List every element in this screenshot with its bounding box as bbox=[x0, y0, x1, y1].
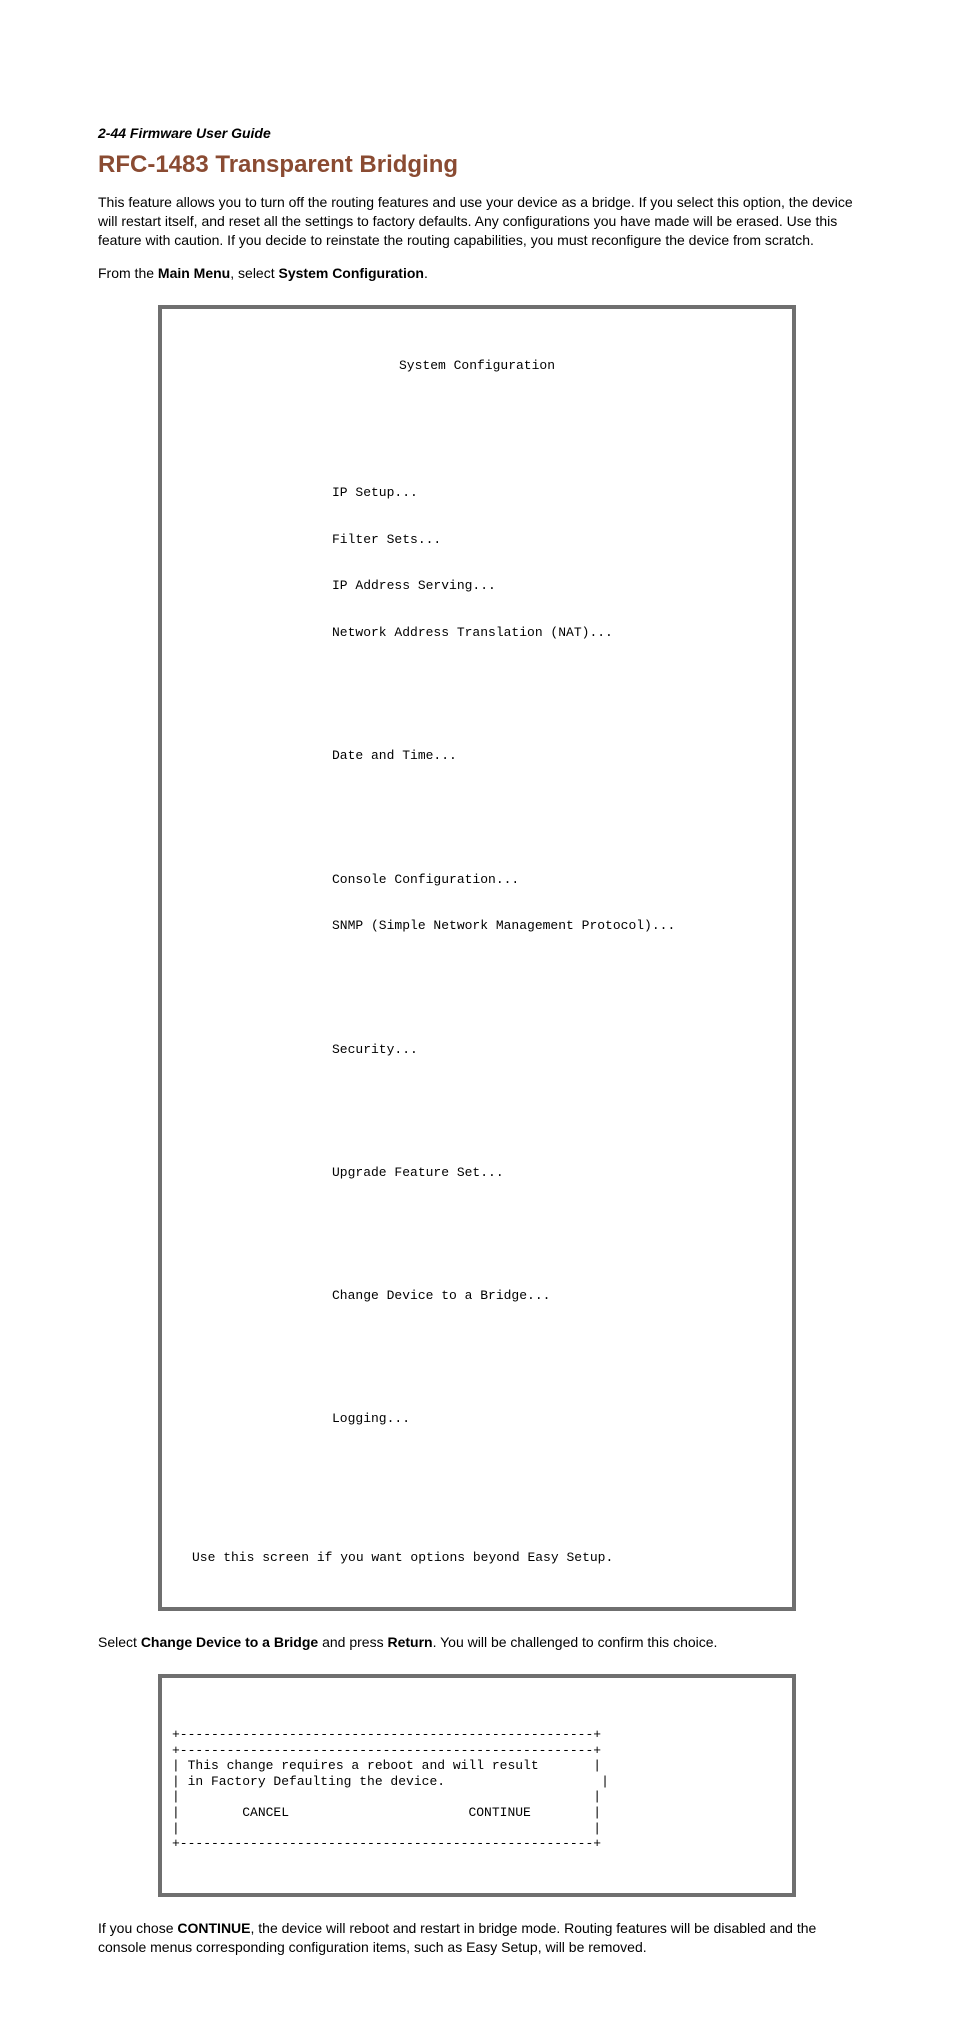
dialog-blank: | | bbox=[172, 1789, 601, 1804]
closing-prefix: If you chose bbox=[98, 1920, 177, 1936]
system-config-terminal: System Configuration IP Setup... Filter … bbox=[158, 305, 796, 1611]
mid-return: Return bbox=[387, 1634, 432, 1650]
menu-logging[interactable]: Logging... bbox=[332, 1411, 782, 1427]
menu-group-6: Change Device to a Bridge... bbox=[332, 1257, 782, 1335]
dialog-buttons[interactable]: | CANCEL CONTINUE | bbox=[172, 1805, 601, 1820]
menu-ip-address-serving[interactable]: IP Address Serving... bbox=[332, 578, 782, 594]
menu-group-7: Logging... bbox=[332, 1380, 782, 1458]
menu-filter-sets[interactable]: Filter Sets... bbox=[332, 532, 782, 548]
intro-paragraph: This feature allows you to turn off the … bbox=[98, 193, 856, 250]
closing-continue: CONTINUE bbox=[177, 1920, 250, 1936]
nav-main-menu: Main Menu bbox=[158, 265, 230, 281]
mid-change-bridge: Change Device to a Bridge bbox=[141, 1634, 318, 1650]
dialog-border-bot: +---------------------------------------… bbox=[172, 1836, 601, 1851]
page: 2-44 Firmware User Guide RFC-1483 Transp… bbox=[0, 0, 954, 2031]
dialog-blank2: | | bbox=[172, 1821, 601, 1836]
page-title: RFC-1483 Transparent Bridging bbox=[98, 151, 856, 179]
menu-group-5: Upgrade Feature Set... bbox=[332, 1133, 782, 1211]
menu-group-2: Date and Time... bbox=[332, 717, 782, 795]
page-header: 2-44 Firmware User Guide bbox=[98, 125, 856, 141]
nav-instruction: From the Main Menu, select System Config… bbox=[98, 264, 856, 283]
menu-security[interactable]: Security... bbox=[332, 1042, 782, 1058]
mid-mid1: and press bbox=[318, 1634, 387, 1650]
mid-instruction: Select Change Device to a Bridge and pre… bbox=[98, 1633, 856, 1652]
menu-date-time[interactable]: Date and Time... bbox=[332, 748, 782, 764]
terminal-title: System Configuration bbox=[172, 358, 782, 374]
dialog-border-top1: +---------------------------------------… bbox=[172, 1727, 601, 1742]
menu-snmp[interactable]: SNMP (Simple Network Management Protocol… bbox=[332, 918, 782, 934]
dialog-border-top2: +---------------------------------------… bbox=[172, 1743, 601, 1758]
menu-upgrade[interactable]: Upgrade Feature Set... bbox=[332, 1165, 782, 1181]
menu-console-config[interactable]: Console Configuration... bbox=[332, 872, 782, 888]
nav-sys-config: System Configuration bbox=[279, 265, 424, 281]
mid-prefix: Select bbox=[98, 1634, 141, 1650]
confirm-dialog: +---------------------------------------… bbox=[172, 1727, 609, 1867]
confirm-dialog-terminal: +---------------------------------------… bbox=[158, 1674, 796, 1897]
nav-mid: , select bbox=[230, 265, 278, 281]
dialog-msg-2: | in Factory Defaulting the device. | bbox=[172, 1774, 609, 1789]
terminal-footer: Use this screen if you want options beyo… bbox=[192, 1550, 782, 1566]
terminal-2-wrap: +---------------------------------------… bbox=[158, 1674, 856, 1897]
menu-ip-setup[interactable]: IP Setup... bbox=[332, 485, 782, 501]
menu-group-4: Security... bbox=[332, 1010, 782, 1088]
menu-group-1: IP Setup... Filter Sets... IP Address Se… bbox=[332, 454, 782, 672]
terminal-1-wrap: System Configuration IP Setup... Filter … bbox=[158, 305, 856, 1611]
closing-paragraph: If you chose CONTINUE, the device will r… bbox=[98, 1919, 856, 1957]
menu-nat[interactable]: Network Address Translation (NAT)... bbox=[332, 625, 782, 641]
mid-suffix: . You will be challenged to confirm this… bbox=[433, 1634, 718, 1650]
nav-suffix: . bbox=[424, 265, 428, 281]
menu-group-3: Console Configuration... SNMP (Simple Ne… bbox=[332, 840, 782, 965]
nav-prefix: From the bbox=[98, 265, 158, 281]
menu-change-bridge[interactable]: Change Device to a Bridge... bbox=[332, 1288, 782, 1304]
terminal-body: IP Setup... Filter Sets... IP Address Se… bbox=[332, 423, 782, 1503]
dialog-msg-1: | This change requires a reboot and will… bbox=[172, 1758, 601, 1773]
